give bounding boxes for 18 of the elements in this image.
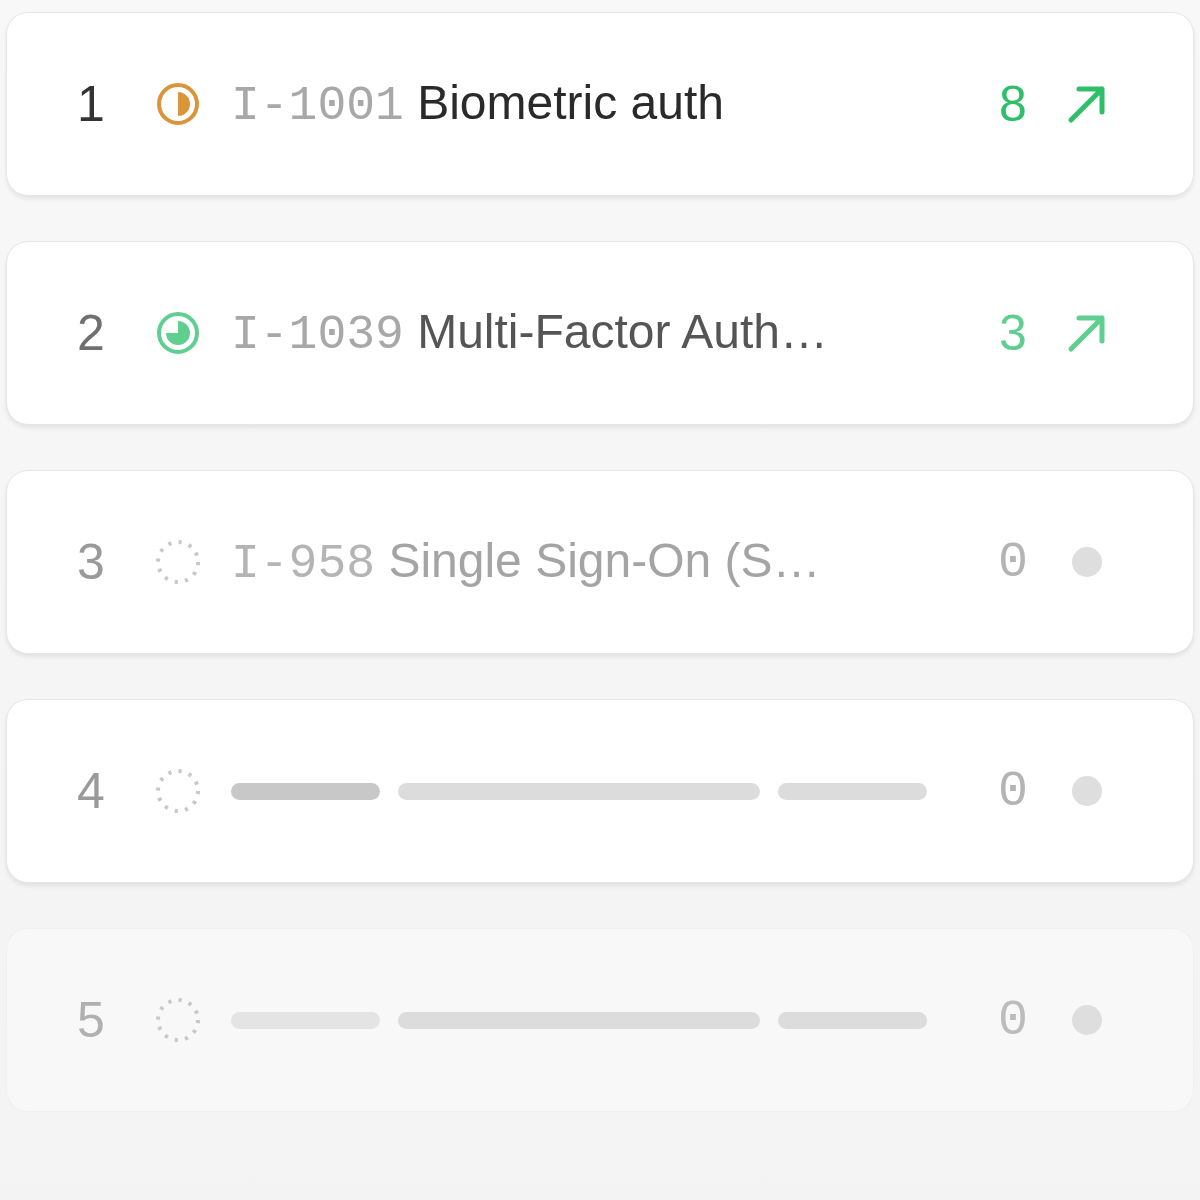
issue-title: I-1001 Biometric auth — [231, 74, 724, 135]
rank-number: 2 — [77, 303, 106, 363]
issue-title: I-1039 Multi-Factor Auth… — [231, 303, 828, 364]
count-number: 8 — [998, 74, 1028, 134]
issue-card[interactable]: 2 I-1039 Multi-Factor Auth… 3 — [6, 241, 1194, 425]
count-number: 0 — [997, 532, 1029, 593]
issue-card[interactable]: 1 I-1001 Biometric auth 8 — [6, 12, 1194, 196]
rank-number: 5 — [77, 990, 106, 1050]
issue-card[interactable]: 4 0 — [6, 699, 1194, 883]
issue-title: I-958 Single Sign-On (S… — [231, 532, 821, 593]
count-number: 0 — [997, 990, 1029, 1051]
count-number: 0 — [997, 761, 1029, 822]
rank-number: 3 — [77, 532, 106, 592]
rank-number: 1 — [77, 74, 106, 134]
rank-number: 4 — [77, 761, 106, 821]
issue-card[interactable]: 5 0 — [6, 928, 1194, 1112]
count-number: 3 — [998, 303, 1028, 363]
issue-card[interactable]: 3 I-958 Single Sign-On (S… 0 — [6, 470, 1194, 654]
